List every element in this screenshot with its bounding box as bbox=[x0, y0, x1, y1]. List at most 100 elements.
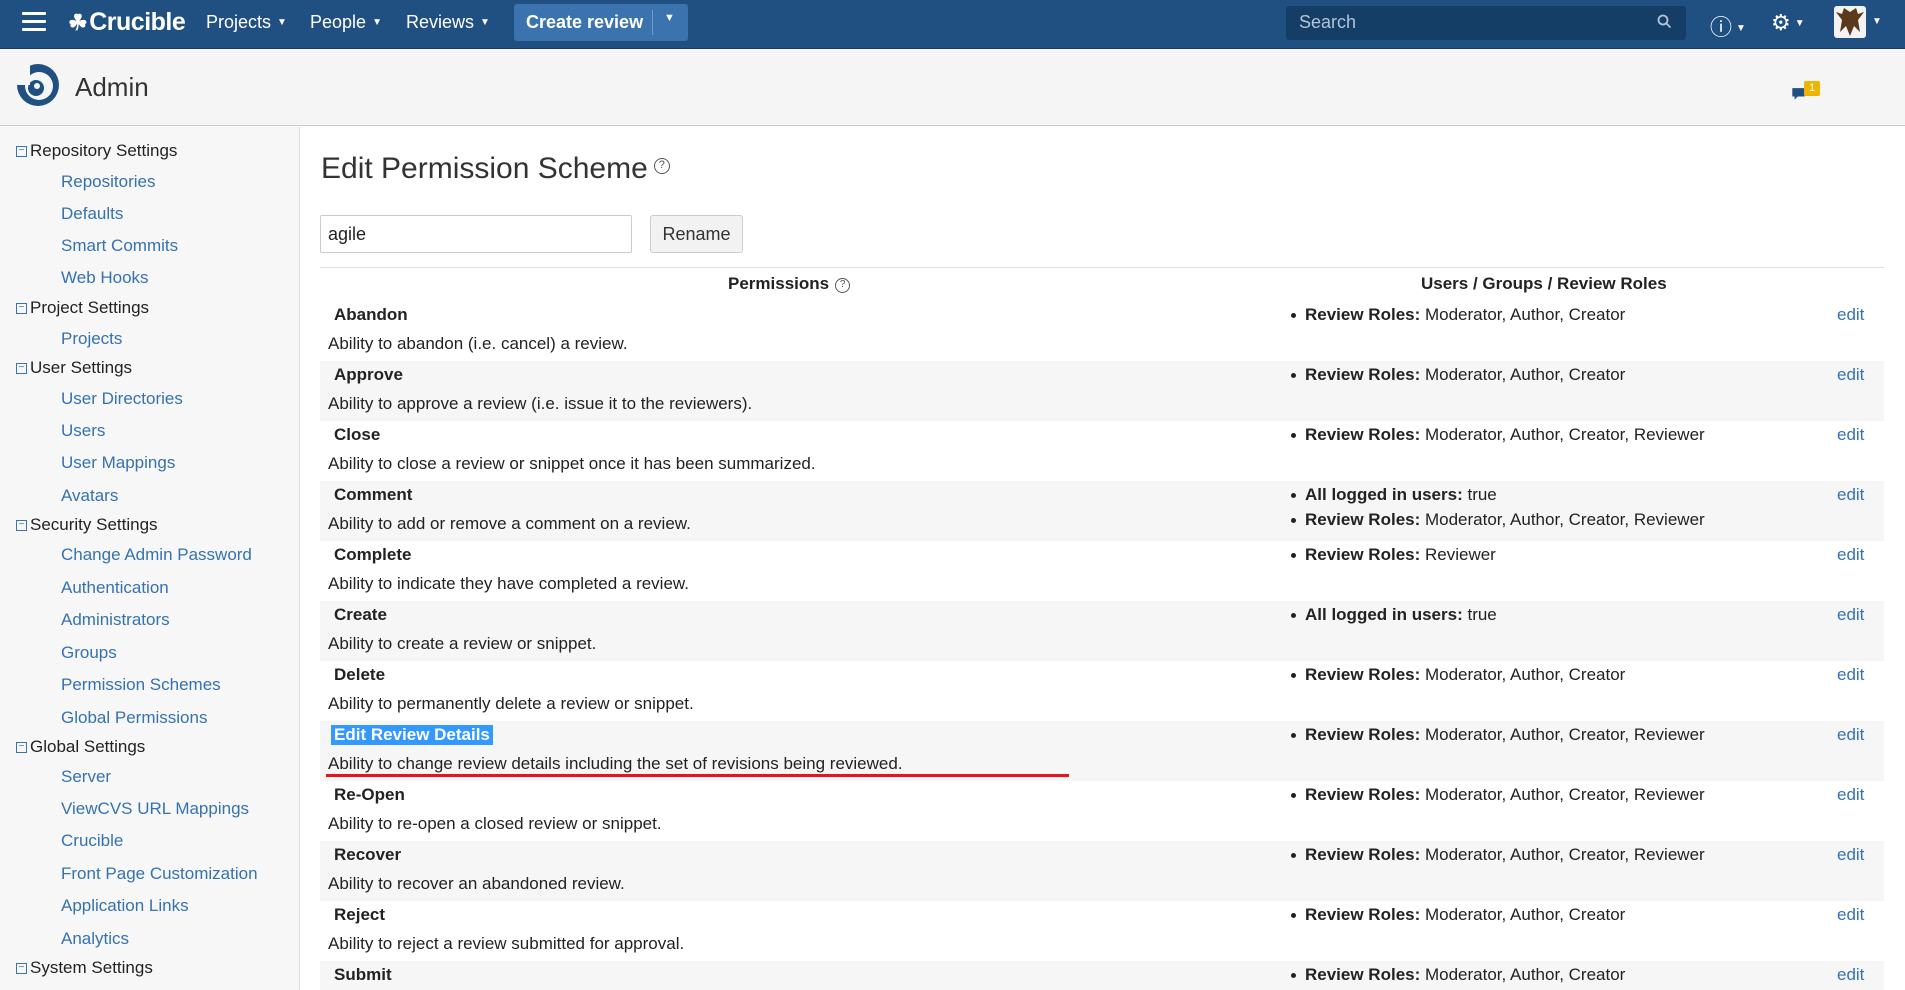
sidebar-item-front-page-customization[interactable]: Front Page Customization bbox=[61, 864, 258, 884]
sidebar-item-analytics[interactable]: Analytics bbox=[61, 929, 129, 949]
sidebar-section-project-settings[interactable]: − Project Settings bbox=[16, 298, 149, 318]
table-row: Reject Ability to reject a review submitt… bbox=[320, 901, 1884, 961]
edit-link[interactable]: edit bbox=[1837, 365, 1864, 385]
role-value: Moderator, Author, Creator bbox=[1420, 305, 1626, 324]
table-row: Abandon Ability to abandon (i.e. cancel) … bbox=[320, 301, 1884, 361]
sidebar-item-smart-commits[interactable]: Smart Commits bbox=[61, 236, 178, 256]
role-value: Moderator, Author, Creator, Reviewer bbox=[1420, 510, 1705, 529]
collapse-icon[interactable]: − bbox=[16, 520, 27, 531]
sidebar-item-defaults[interactable]: Defaults bbox=[61, 204, 123, 224]
role-key: All logged in users: bbox=[1305, 605, 1463, 624]
role-item: All logged in users: true bbox=[1288, 605, 1497, 630]
notification-button[interactable]: 1 bbox=[1790, 81, 1820, 111]
edit-link[interactable]: edit bbox=[1837, 605, 1864, 625]
permission-description: Ability to create a review or snippet. bbox=[328, 634, 597, 653]
role-item: Review Roles: Moderator, Author, Creator… bbox=[1288, 425, 1705, 450]
collapse-icon[interactable]: − bbox=[16, 363, 27, 374]
sidebar-item-projects[interactable]: Projects bbox=[61, 329, 122, 349]
edit-link[interactable]: edit bbox=[1837, 665, 1864, 685]
edit-link[interactable]: edit bbox=[1837, 545, 1864, 565]
nav-reviews[interactable]: Reviews ▼ bbox=[406, 12, 490, 33]
sidebar-section-system-settings[interactable]: − System Settings bbox=[16, 958, 153, 978]
edit-link[interactable]: edit bbox=[1837, 725, 1864, 745]
role-item: Review Roles: Moderator, Author, Creator… bbox=[1288, 510, 1705, 535]
edit-link[interactable]: edit bbox=[1837, 305, 1864, 325]
collapse-icon[interactable]: − bbox=[16, 963, 27, 974]
chevron-down-icon: ▼ bbox=[1794, 18, 1805, 29]
role-key: Review Roles: bbox=[1305, 510, 1421, 529]
permission-description: Ability to abandon (i.e. cancel) a revie… bbox=[328, 334, 628, 353]
create-review-dropdown-icon[interactable]: ▼ bbox=[664, 12, 675, 24]
role-item: Review Roles: Moderator, Author, Creator bbox=[1288, 305, 1625, 330]
table-row: Submit Review Roles: Moderator, Author, C… bbox=[320, 961, 1884, 990]
collapse-icon[interactable]: − bbox=[16, 303, 27, 314]
role-key: Review Roles: bbox=[1305, 965, 1421, 984]
nav-people[interactable]: People ▼ bbox=[310, 12, 382, 33]
role-key: Review Roles: bbox=[1305, 425, 1421, 444]
sidebar-item-administrators[interactable]: Administrators bbox=[61, 610, 170, 630]
role-item: All logged in users: true bbox=[1288, 485, 1705, 510]
help-icon[interactable]: ⓘ ▼ bbox=[1710, 10, 1746, 42]
hamburger-icon[interactable] bbox=[22, 12, 46, 32]
role-list: All logged in users: true Review Roles: M… bbox=[1288, 485, 1705, 535]
sidebar-section-security-settings[interactable]: − Security Settings bbox=[16, 515, 158, 535]
role-item: Review Roles: Moderator, Author, Creator bbox=[1288, 365, 1625, 390]
role-value: Moderator, Author, Creator, Reviewer bbox=[1420, 785, 1705, 804]
scheme-name-input[interactable] bbox=[320, 215, 632, 253]
sidebar-item-user-directories[interactable]: User Directories bbox=[61, 389, 183, 409]
edit-link[interactable]: edit bbox=[1837, 785, 1864, 805]
sidebar-item-viewcvs-url-mappings[interactable]: ViewCVS URL Mappings bbox=[61, 799, 249, 819]
table-row: Delete Ability to permanently delete a re… bbox=[320, 661, 1884, 721]
sidebar-section-user-settings[interactable]: − User Settings bbox=[16, 358, 132, 378]
sidebar-section-global-settings[interactable]: − Global Settings bbox=[16, 737, 145, 757]
sidebar-item-global-permissions[interactable]: Global Permissions bbox=[61, 708, 207, 728]
help-icon[interactable]: ? bbox=[835, 278, 851, 293]
permission-description: Ability to recover an abandoned review. bbox=[328, 874, 625, 893]
notification-badge: 1 bbox=[1804, 81, 1820, 96]
sidebar-item-groups[interactable]: Groups bbox=[61, 643, 117, 663]
sidebar-item-application-links[interactable]: Application Links bbox=[61, 896, 189, 916]
top-navigation-bar: ☘Crucible Projects ▼ People ▼ Reviews ▼ Cre… bbox=[0, 0, 1905, 49]
role-item: Review Roles: Moderator, Author, Creator bbox=[1288, 965, 1625, 990]
page-title: Admin bbox=[75, 72, 149, 102]
search-input[interactable] bbox=[1299, 12, 1639, 33]
sidebar-item-crucible[interactable]: Crucible bbox=[61, 831, 123, 851]
avatar[interactable] bbox=[1834, 6, 1866, 38]
permissions-table: Permissions? Users / Groups / Review Rol… bbox=[320, 267, 1884, 990]
sidebar-item-authentication[interactable]: Authentication bbox=[61, 578, 169, 598]
nav-label: Projects bbox=[206, 12, 272, 32]
edit-link[interactable]: edit bbox=[1837, 485, 1864, 505]
sidebar-item-server[interactable]: Server bbox=[61, 767, 111, 787]
sidebar-item-avatars[interactable]: Avatars bbox=[61, 486, 118, 506]
role-value: Reviewer bbox=[1420, 545, 1496, 564]
role-item: Review Roles: Moderator, Author, Creator bbox=[1288, 665, 1625, 690]
permission-name: Create bbox=[334, 605, 387, 624]
rename-button[interactable]: Rename bbox=[650, 215, 743, 253]
search-icon[interactable] bbox=[1657, 14, 1672, 29]
create-review-button[interactable]: Create review ▼ bbox=[514, 4, 688, 41]
main-title-text: Edit Permission Scheme bbox=[321, 152, 648, 185]
edit-link[interactable]: edit bbox=[1837, 425, 1864, 445]
collapse-icon[interactable]: − bbox=[16, 146, 27, 157]
crucible-logo[interactable]: ☘Crucible bbox=[68, 8, 186, 37]
role-list: Review Roles: Moderator, Author, Creator bbox=[1288, 305, 1625, 330]
sidebar-item-web-hooks[interactable]: Web Hooks bbox=[61, 268, 149, 288]
main-title: Edit Permission Scheme? bbox=[321, 152, 670, 186]
sidebar-item-change-admin-password[interactable]: Change Admin Password bbox=[61, 545, 252, 565]
nav-projects[interactable]: Projects ▼ bbox=[206, 12, 287, 33]
role-list: All logged in users: true bbox=[1288, 605, 1497, 630]
help-icon[interactable]: ? bbox=[653, 158, 670, 174]
sidebar-item-users[interactable]: Users bbox=[61, 421, 105, 441]
gear-icon[interactable]: ⚙ ▼ bbox=[1771, 10, 1805, 36]
collapse-icon[interactable]: − bbox=[16, 742, 27, 753]
sidebar-item-permission-schemes[interactable]: Permission Schemes bbox=[61, 675, 221, 695]
sidebar-item-repositories[interactable]: Repositories bbox=[61, 172, 156, 192]
edit-link[interactable]: edit bbox=[1837, 845, 1864, 865]
sidebar-item-user-mappings[interactable]: User Mappings bbox=[61, 453, 175, 473]
permission-description: Ability to re-open a closed review or sn… bbox=[328, 814, 662, 833]
sidebar-section-repository-settings[interactable]: − Repository Settings bbox=[16, 141, 177, 161]
chevron-down-icon[interactable]: ▼ bbox=[1872, 16, 1882, 27]
edit-link[interactable]: edit bbox=[1837, 965, 1864, 985]
role-key: Review Roles: bbox=[1305, 305, 1421, 324]
edit-link[interactable]: edit bbox=[1837, 905, 1864, 925]
